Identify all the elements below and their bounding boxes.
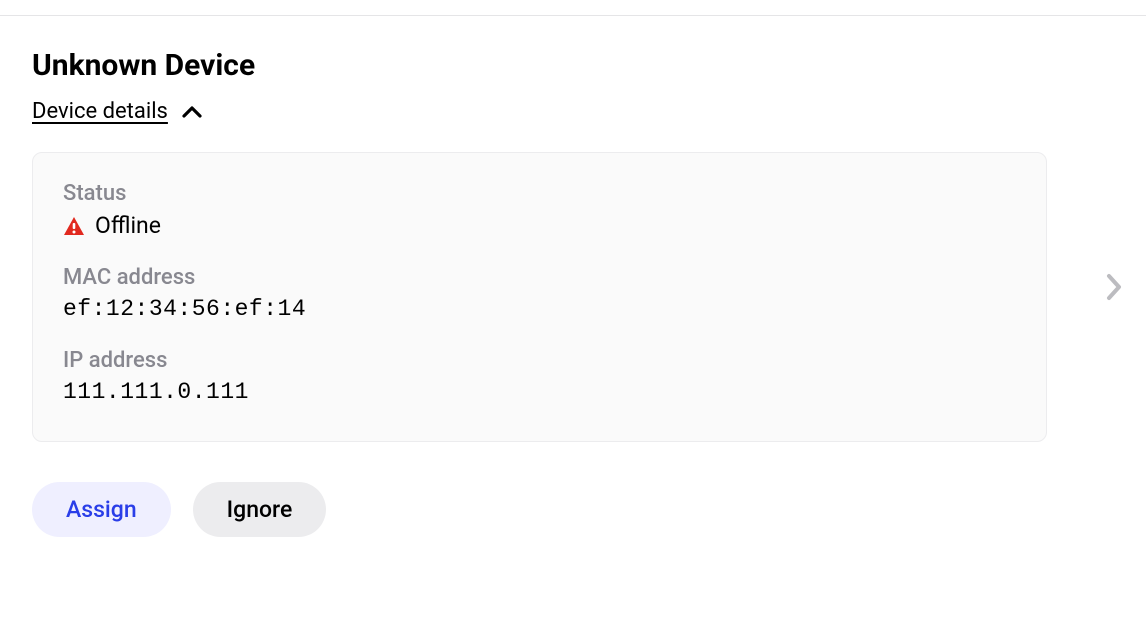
device-details-panel: Status Offline MAC address ef:12:34:56:e… — [32, 152, 1047, 442]
ip-value: 111.111.0.111 — [63, 379, 1016, 405]
action-buttons: Assign Ignore — [32, 482, 1114, 537]
assign-button[interactable]: Assign — [32, 482, 171, 537]
warning-icon — [63, 216, 85, 236]
status-value: Offline — [95, 212, 161, 239]
device-card: Unknown Device Device details Status Off… — [0, 16, 1146, 557]
chevron-up-icon — [182, 105, 202, 118]
ignore-button[interactable]: Ignore — [193, 482, 327, 537]
mac-label: MAC address — [63, 265, 1016, 290]
device-details-label: Device details — [32, 99, 168, 124]
ip-block: IP address 111.111.0.111 — [63, 348, 1016, 405]
next-button[interactable] — [1106, 273, 1122, 301]
ip-label: IP address — [63, 348, 1016, 373]
device-details-toggle[interactable]: Device details — [32, 99, 202, 124]
status-row: Offline — [63, 212, 1016, 239]
mac-block: MAC address ef:12:34:56:ef:14 — [63, 265, 1016, 322]
device-title: Unknown Device — [32, 48, 1114, 83]
status-label: Status — [63, 181, 1016, 206]
status-block: Status Offline — [63, 181, 1016, 239]
mac-value: ef:12:34:56:ef:14 — [63, 296, 1016, 322]
